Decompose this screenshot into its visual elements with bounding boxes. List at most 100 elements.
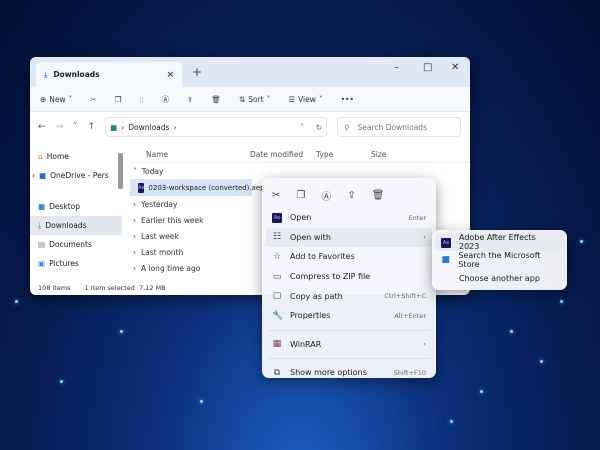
sidebar-scrollbar[interactable] <box>118 153 123 189</box>
column-size[interactable]: Size <box>371 150 386 159</box>
sort-button[interactable]: ⇅ Sort ˅ <box>239 95 270 104</box>
sort-icon: ⇅ <box>238 94 246 104</box>
after-effects-icon: Ae <box>272 213 282 224</box>
paste-icon[interactable]: ▯ <box>139 95 143 104</box>
menu-shortcut: Alt+Enter <box>394 311 426 320</box>
search-icon: ⚲ <box>344 122 350 132</box>
more-button[interactable]: ••• <box>341 95 354 104</box>
up-icon[interactable]: ↑ <box>88 122 96 132</box>
column-date-modified[interactable]: Date modified <box>250 150 316 159</box>
selected-size: 7.12 MB <box>138 284 166 292</box>
downloads-icon: ⤓ <box>38 220 42 230</box>
forward-icon[interactable]: → <box>56 122 64 132</box>
address-row: ← → ˅ ↑ ■ › Downloads › ˅ ↻ ⚲ Search Down… <box>30 112 470 142</box>
copy-icon[interactable]: ❐ <box>296 190 305 201</box>
chevron-right-icon: › <box>423 233 426 242</box>
menu-label: Add to Favorites <box>290 252 355 262</box>
maximize-button[interactable]: □ <box>423 62 432 73</box>
search-input[interactable]: ⚲ Search Downloads <box>337 117 462 137</box>
star-icon: ☆ <box>272 251 282 262</box>
menu-label: Adobe After Effects 2023 <box>459 233 536 251</box>
new-button[interactable]: ⊕ New ˅ <box>40 95 72 104</box>
sidebar-item-downloads[interactable]: ⤓ Downloads <box>30 216 122 235</box>
copy-icon[interactable]: ❐ <box>115 95 122 104</box>
menu-shortcut: Ctrl+Shift+C <box>384 292 426 301</box>
cut-icon[interactable]: ✂ <box>90 95 96 104</box>
path-icon: ▢ <box>272 291 282 302</box>
context-menu: ✂ ❐ Ⓐ ⇪ 🗑 Ae Open Enter ☷ Open with › ☆ Add to Fa… <box>262 178 436 378</box>
file-row-selected[interactable]: Ae 0203-workspace (converted).aep <box>130 179 265 196</box>
sidebar-item-home[interactable]: ⌂ Home <box>30 147 122 166</box>
sidebar-label: Pictures <box>49 259 79 268</box>
back-icon[interactable]: ← <box>38 122 46 132</box>
submenu-choose-another-app[interactable]: Choose another app <box>435 269 564 287</box>
menu-label: WinRAR <box>290 339 322 349</box>
close-button[interactable]: ✕ <box>451 62 459 73</box>
desktop-icon: ■ <box>38 202 46 211</box>
column-type[interactable]: Type <box>316 150 371 159</box>
view-button[interactable]: ☰ View ˅ <box>288 95 322 104</box>
menu-label: Compress to ZIP file <box>290 272 371 282</box>
menu-open[interactable]: Ae Open Enter <box>266 208 432 228</box>
item-count: 108 items <box>38 284 71 292</box>
column-name[interactable]: Name <box>130 150 250 159</box>
menu-label: Copy as path <box>290 291 343 301</box>
sidebar-label: Downloads <box>45 221 87 230</box>
address-bar[interactable]: ■ › Downloads › ˅ ↻ <box>105 117 328 137</box>
menu-shortcut: Enter <box>408 213 426 222</box>
new-label: New <box>49 94 66 104</box>
home-icon: ⌂ <box>38 152 43 161</box>
menu-show-more-options[interactable]: ⧉ Show more options Shift+F10 <box>266 363 432 383</box>
dropdown-icon[interactable]: ˅ <box>300 123 304 132</box>
menu-separator <box>268 329 430 331</box>
menu-open-with[interactable]: ☷ Open with › <box>266 227 432 248</box>
refresh-icon[interactable]: ↻ <box>316 123 322 132</box>
onedrive-folder-icon: ■ <box>39 171 47 180</box>
menu-label: Open with <box>290 232 331 242</box>
group-label: Yesterday <box>141 199 178 209</box>
tab-close-button[interactable]: × <box>166 70 174 80</box>
menu-properties[interactable]: 🔧 Properties Alt+Enter <box>266 306 432 326</box>
after-effects-icon: Ae <box>441 237 451 248</box>
download-icon: ⤓ <box>44 69 48 79</box>
selected-count: 1 item selected <box>84 284 135 292</box>
more-options-icon: ⧉ <box>273 367 281 378</box>
group-label: Earlier this week <box>141 215 204 225</box>
submenu-microsoft-store[interactable]: ■ Search the Microsoft Store <box>435 251 564 269</box>
sidebar-item-documents[interactable]: ▤ Documents <box>30 235 122 254</box>
sidebar-item-desktop[interactable]: ■ Desktop <box>30 197 122 216</box>
menu-add-to-favorites[interactable]: ☆ Add to Favorites <box>266 247 432 267</box>
menu-label: Open <box>290 213 312 223</box>
command-bar: ⊕ New ˅ ✂ ❐ ▯ Ⓐ ⇪ 🗑 ⇅ Sort ˅ ☰ View ˅ ••• <box>30 87 470 112</box>
sort-label: Sort <box>248 94 264 104</box>
view-label: View <box>298 94 316 104</box>
tab-downloads[interactable]: ⤓ Downloads × <box>36 62 182 87</box>
sidebar-label: OneDrive - Pers <box>50 171 109 180</box>
plus-circle-icon: ⊕ <box>40 94 47 104</box>
menu-winrar[interactable]: ▦ WinRAR › <box>266 335 432 355</box>
path-segment[interactable]: Downloads <box>128 123 169 132</box>
delete-icon[interactable]: 🗑 <box>372 190 385 201</box>
menu-copy-as-path[interactable]: ▢ Copy as path Ctrl+Shift+C <box>266 286 432 306</box>
sidebar-item-onedrive[interactable]: › ■ OneDrive - Pers <box>30 166 122 185</box>
recent-chevron-icon[interactable]: ˅ <box>73 122 78 132</box>
group-today[interactable]: ˅ Today <box>130 163 470 179</box>
new-tab-button[interactable]: + <box>192 65 202 79</box>
winrar-icon: ▦ <box>272 339 282 350</box>
rename-icon[interactable]: Ⓐ <box>321 188 331 203</box>
navigation-pane: ⌂ Home › ■ OneDrive - Pers ■ Desktop ⤓ Downl… <box>30 147 122 282</box>
share-icon[interactable]: ⇪ <box>347 190 355 201</box>
delete-icon[interactable]: 🗑 <box>211 95 221 104</box>
sidebar-item-pictures[interactable]: ▣ Pictures <box>30 254 122 273</box>
minimize-button[interactable]: – <box>394 62 399 73</box>
menu-label: Properties <box>290 311 331 321</box>
menu-compress-zip[interactable]: ▭ Compress to ZIP file <box>266 267 432 287</box>
zip-folder-icon: ▭ <box>272 271 282 282</box>
tab-title: Downloads <box>53 70 100 79</box>
share-icon[interactable]: ⇪ <box>187 95 193 104</box>
menu-shortcut: Shift+F10 <box>393 368 426 377</box>
rename-icon[interactable]: Ⓐ <box>162 94 170 105</box>
menu-label: Choose another app <box>459 273 540 283</box>
submenu-after-effects[interactable]: Ae Adobe After Effects 2023 <box>435 233 564 251</box>
cut-icon[interactable]: ✂ <box>272 190 280 201</box>
